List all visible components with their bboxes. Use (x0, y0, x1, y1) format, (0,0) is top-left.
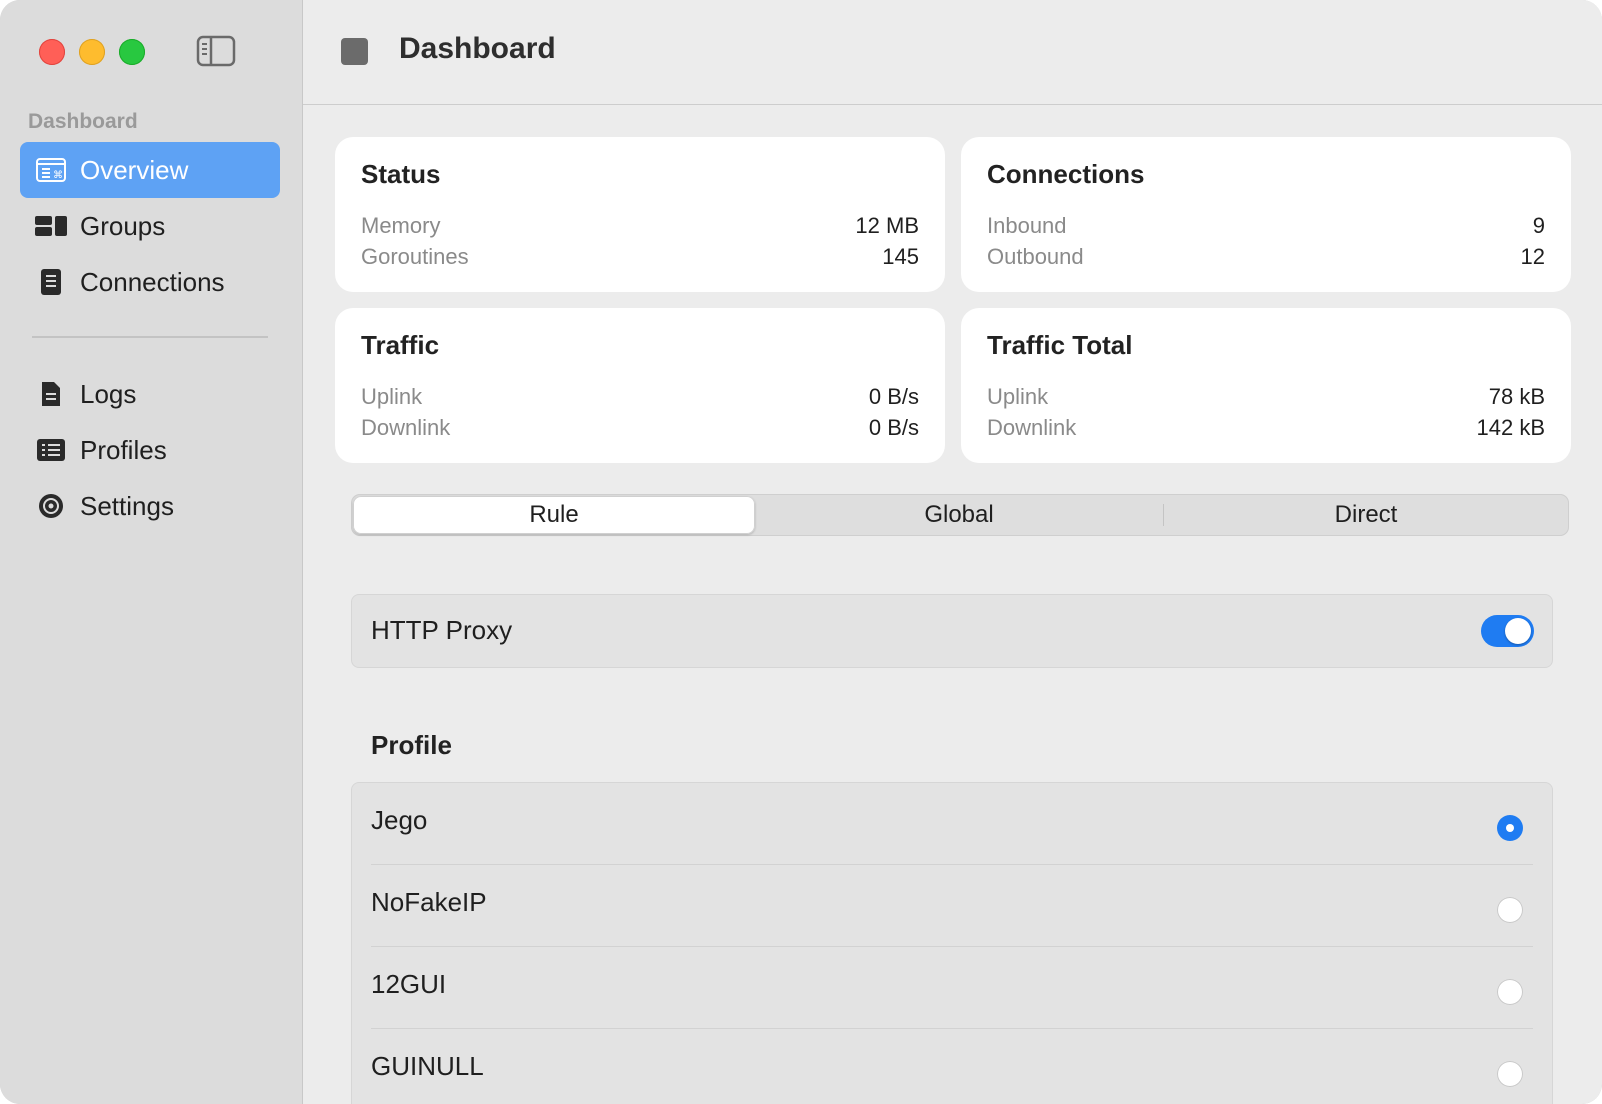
row-label: Downlink (987, 415, 1077, 440)
minimize-window-button[interactable] (79, 39, 105, 65)
profile-item[interactable]: NoFakeIP (371, 865, 1533, 947)
profile-item[interactable]: Jego (371, 783, 1533, 865)
row-label: Uplink (987, 384, 1049, 409)
profile-item[interactable]: GUINULL (371, 1029, 1533, 1104)
zoom-window-button[interactable] (119, 39, 145, 65)
toolbar: Dashboard (303, 0, 1602, 105)
svg-text:⌘: ⌘ (53, 170, 63, 181)
row-label: Inbound (987, 213, 1067, 238)
sidebar-item-label: Connections (80, 266, 225, 297)
sidebar-item-label: Settings (80, 490, 174, 521)
uplink-total-row: Uplink 78 kB (987, 384, 1545, 414)
row-value: 0 B/s (868, 415, 919, 440)
row-value: 0 B/s (868, 384, 919, 409)
profile-radio[interactable] (1497, 897, 1523, 923)
card-title: Connections (987, 159, 1145, 189)
stop-icon[interactable] (341, 38, 368, 65)
groups-icon (34, 211, 68, 241)
row-label: Outbound (987, 244, 1084, 269)
row-value: 12 MB (855, 213, 919, 238)
sidebar-section-title: Dashboard (28, 110, 138, 133)
sidebar-item-label: Overview (80, 154, 189, 185)
toggle-knob (1505, 618, 1531, 644)
sidebar-toggle-icon (196, 35, 236, 67)
sidebar-item-settings[interactable]: Settings (20, 478, 280, 534)
traffic-card: Traffic Uplink 0 B/s Downlink 0 B/s (335, 308, 945, 463)
row-label: Memory (361, 213, 441, 238)
goroutines-row: Goroutines 145 (361, 244, 919, 274)
sidebar-item-overview[interactable]: ⌘ Overview (20, 142, 280, 198)
sidebar-toggle-button[interactable] (196, 34, 236, 68)
mode-direct-segment[interactable]: Direct (1165, 494, 1567, 536)
sidebar-item-logs[interactable]: Logs (20, 366, 280, 422)
row-value: 145 (882, 244, 919, 269)
uplink-row: Uplink 0 B/s (361, 384, 919, 414)
downlink-row: Downlink 0 B/s (361, 415, 919, 445)
row-label: Uplink (361, 384, 423, 409)
sidebar-divider (32, 336, 268, 338)
http-proxy-label: HTTP Proxy (371, 615, 513, 645)
profile-radio[interactable] (1497, 1061, 1523, 1087)
traffic-total-card: Traffic Total Uplink 78 kB Downlink 142 … (961, 308, 1571, 463)
mode-segmented-control: Rule Global Direct (351, 494, 1569, 536)
profile-name: NoFakeIP (371, 887, 487, 917)
sidebar-item-label: Logs (80, 378, 137, 409)
sidebar-item-label: Profiles (80, 434, 167, 465)
profile-radio[interactable] (1497, 979, 1523, 1005)
sidebar-item-groups[interactable]: Groups (20, 198, 280, 254)
profiles-icon (34, 435, 68, 465)
status-card: Status Memory 12 MB Goroutines 145 (335, 137, 945, 292)
downlink-total-row: Downlink 142 kB (987, 415, 1545, 445)
row-label: Goroutines (361, 244, 469, 269)
sidebar-item-connections[interactable]: Connections (20, 254, 280, 310)
outbound-row: Outbound 12 (987, 244, 1545, 274)
mode-rule-segment[interactable]: Rule (353, 496, 755, 534)
card-title: Traffic Total (987, 330, 1133, 360)
settings-icon (34, 491, 68, 521)
page-title: Dashboard (399, 32, 556, 65)
inbound-row: Inbound 9 (987, 213, 1545, 243)
connections-icon (34, 267, 68, 297)
connections-card: Connections Inbound 9 Outbound 12 (961, 137, 1571, 292)
profile-name: Jego (371, 805, 428, 835)
row-value: 12 (1520, 244, 1545, 269)
row-value: 142 kB (1476, 415, 1546, 440)
profile-name: 12GUI (371, 969, 447, 999)
segment-divider (1163, 504, 1164, 526)
profile-name: GUINULL (371, 1051, 484, 1081)
profile-item[interactable]: 12GUI (371, 947, 1533, 1029)
http-proxy-row: HTTP Proxy (351, 594, 1553, 668)
http-proxy-toggle[interactable] (1481, 615, 1534, 647)
sidebar-item-profiles[interactable]: Profiles (20, 422, 280, 478)
profile-list: Jego NoFakeIP 12GUI GUINULL (351, 782, 1553, 1104)
overview-icon: ⌘ (34, 155, 68, 185)
close-window-button[interactable] (39, 39, 65, 65)
card-title: Status (361, 159, 441, 189)
mode-global-segment[interactable]: Global (757, 494, 1161, 536)
logs-icon (34, 379, 68, 409)
sidebar-item-label: Groups (80, 210, 166, 241)
app-window: Dashboard ⌘ Overview Groups Connections … (0, 0, 1602, 1104)
row-label: Downlink (361, 415, 451, 440)
profile-radio-selected[interactable] (1497, 815, 1523, 841)
memory-row: Memory 12 MB (361, 213, 919, 243)
card-title: Traffic (361, 330, 440, 360)
row-value: 78 kB (1488, 384, 1545, 409)
sidebar: Dashboard ⌘ Overview Groups Connections … (0, 0, 303, 1104)
main-content: Dashboard Status Memory 12 MB Goroutines… (303, 0, 1602, 1104)
row-value: 9 (1532, 213, 1545, 238)
profile-heading: Profile (371, 730, 452, 760)
